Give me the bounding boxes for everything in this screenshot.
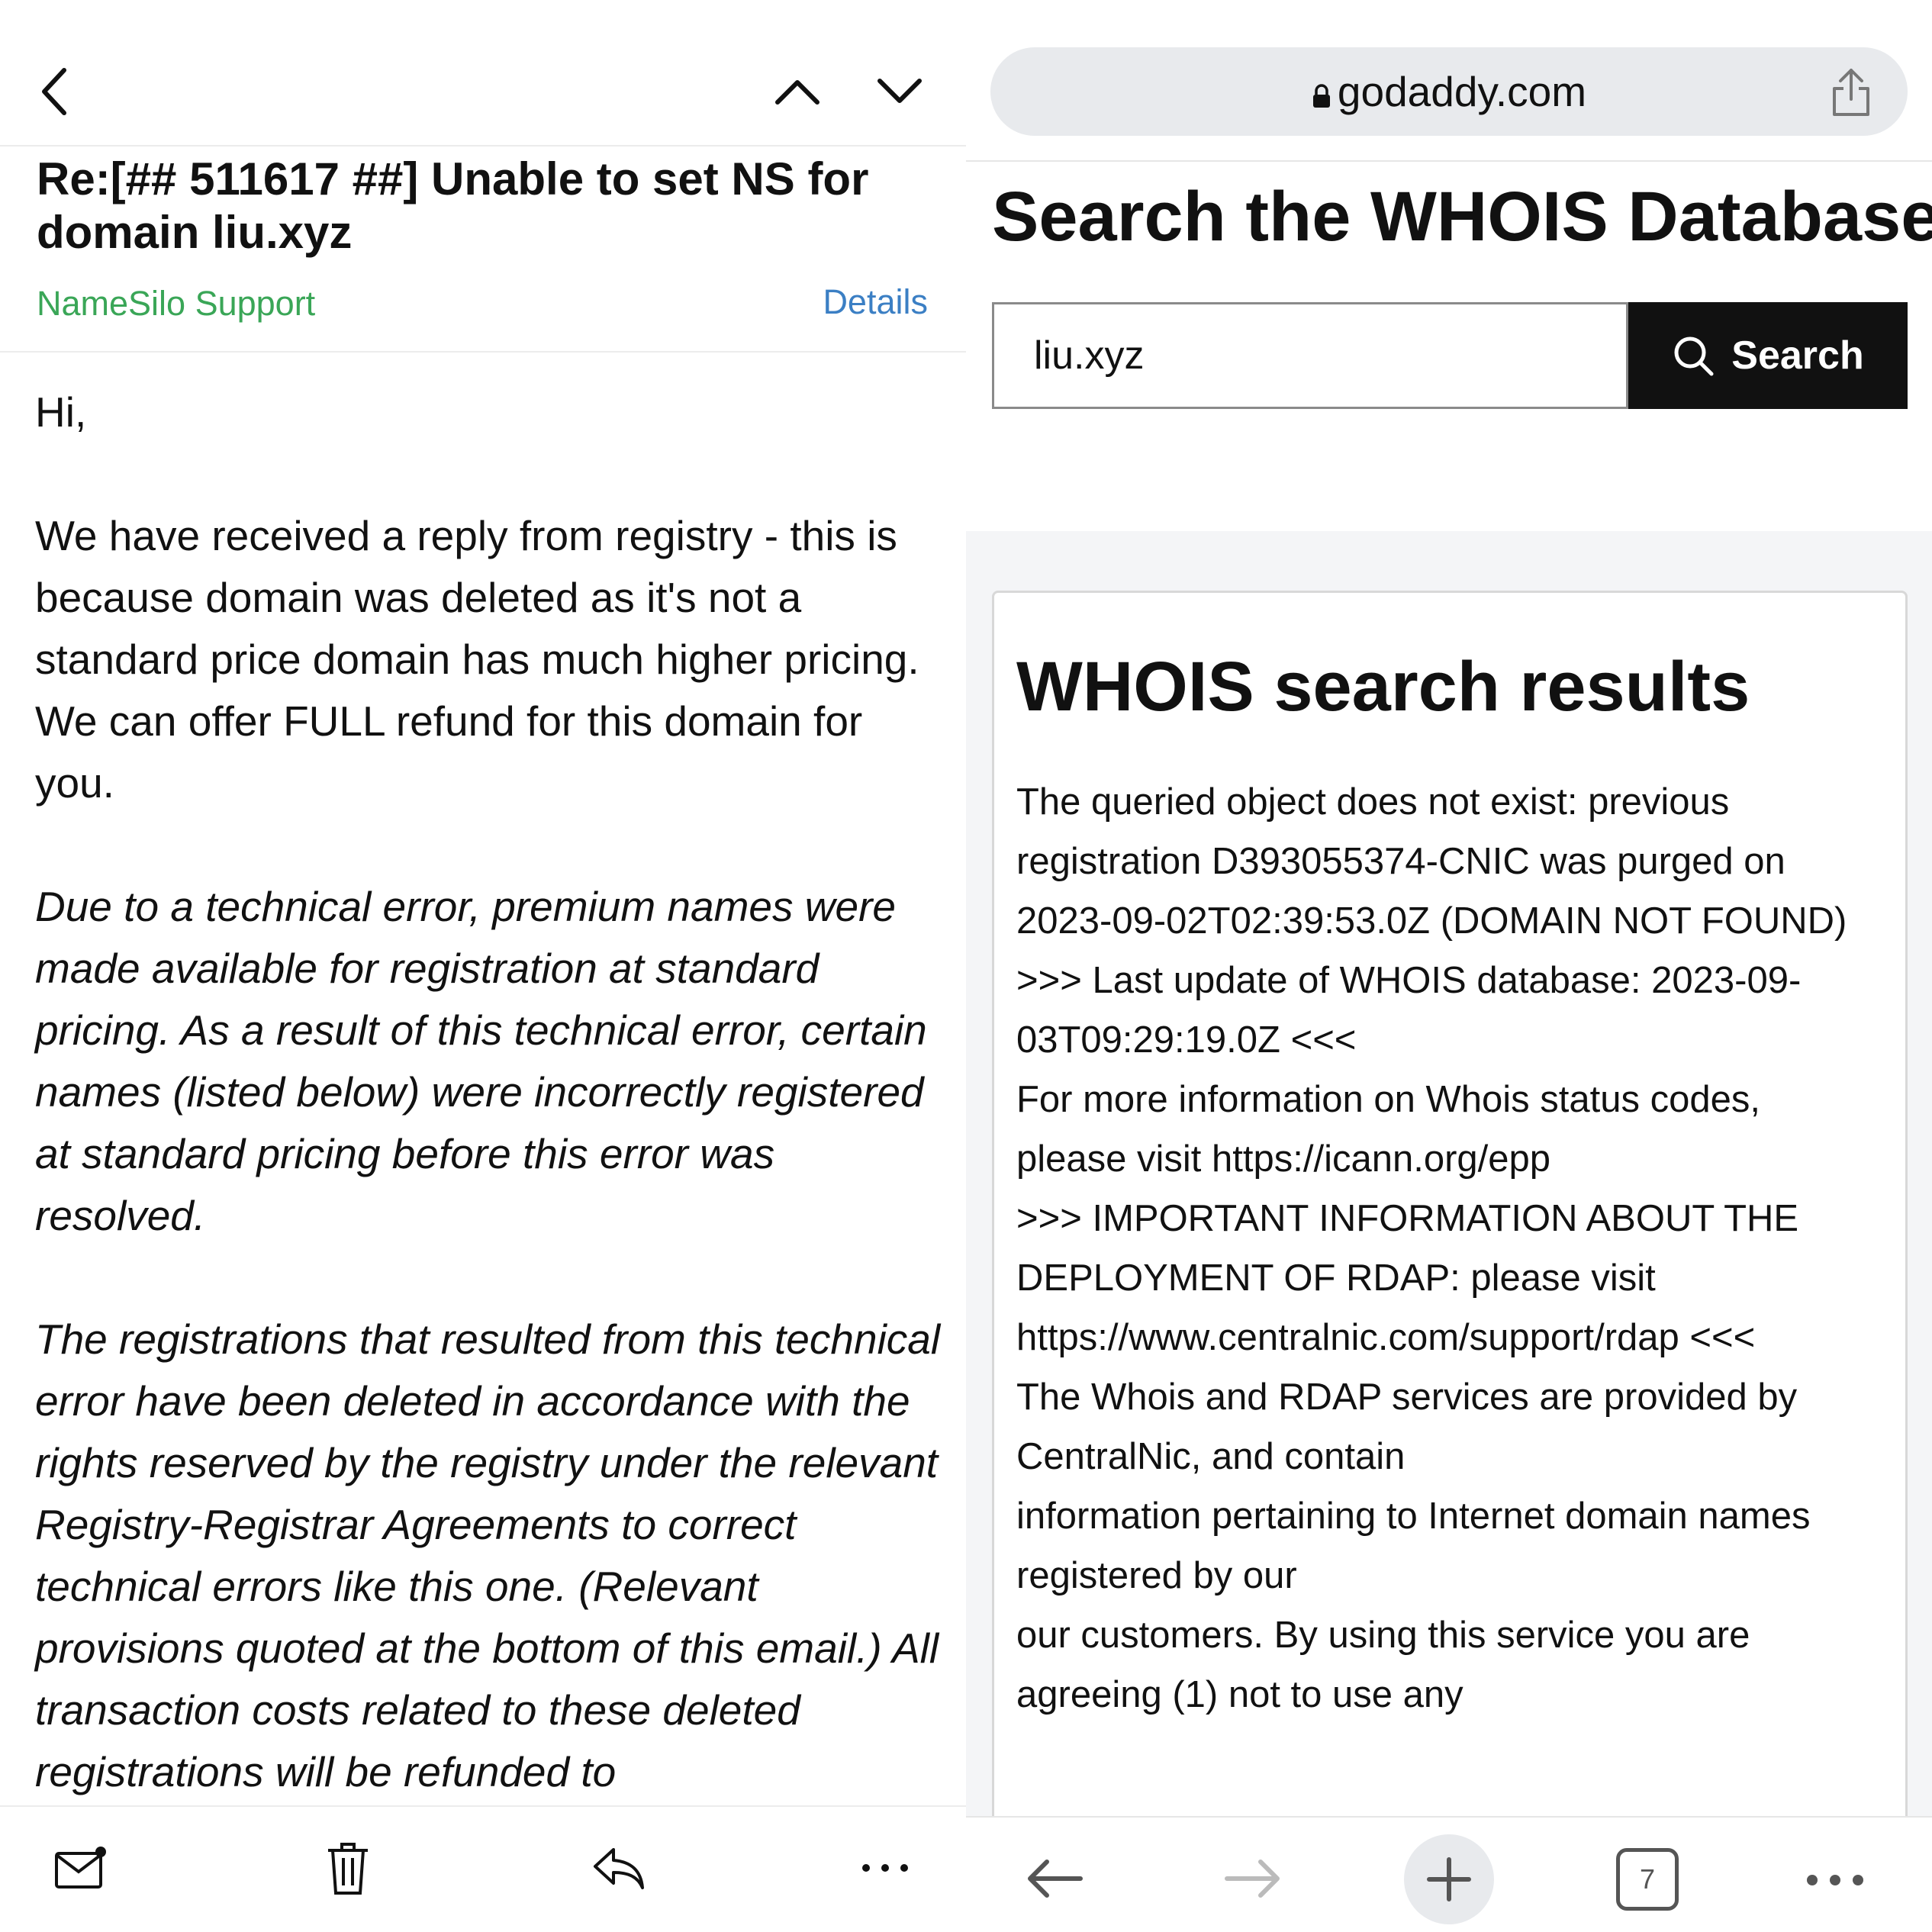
mail-unread-icon[interactable] xyxy=(50,1842,111,1895)
url-display: godaddy.com xyxy=(990,67,1908,119)
domain-search-input[interactable]: liu.xyz xyxy=(992,302,1628,409)
whois-line: The Whois and RDAP services are provided… xyxy=(1016,1377,1798,1477)
body-paragraph-3: The registrations that resulted from thi… xyxy=(35,1315,941,1795)
browser-bottom-toolbar: 7 xyxy=(966,1816,1932,1932)
reply-icon[interactable] xyxy=(588,1840,649,1895)
forward-arrow-icon[interactable] xyxy=(1215,1848,1291,1909)
body-paragraph-1: We have received a reply from registry -… xyxy=(35,512,919,807)
url-text: godaddy.com xyxy=(1337,68,1587,115)
whois-line: information pertaining to Internet domai… xyxy=(1016,1496,1811,1596)
greeting: Hi, xyxy=(35,388,87,436)
results-title: WHOIS search results xyxy=(1016,648,1750,726)
next-message-chevron-down-icon[interactable] xyxy=(873,69,926,114)
toolbar-divider xyxy=(966,160,1932,162)
back-chevron-icon[interactable] xyxy=(31,64,76,119)
search-button[interactable]: Search xyxy=(1628,302,1908,409)
browser-pane: godaddy.com Search the WHOIS Database li… xyxy=(966,0,1932,1932)
whois-line: >>> IMPORTANT INFORMATION ABOUT THE DEPL… xyxy=(1016,1198,1799,1358)
email-pane: Re:[## 511617 ##] Unable to set NS for d… xyxy=(0,0,966,1932)
browser-menu-icon[interactable] xyxy=(1801,1866,1869,1894)
whois-output: The queried object does not exist: previ… xyxy=(1016,772,1863,1724)
lock-icon xyxy=(1312,70,1331,119)
tab-count: 7 xyxy=(1639,1863,1656,1895)
search-icon xyxy=(1672,334,1715,377)
header-divider xyxy=(0,145,966,147)
previous-message-chevron-up-icon[interactable] xyxy=(771,69,824,114)
tabs-count-icon[interactable]: 7 xyxy=(1616,1848,1679,1911)
sender-name[interactable]: NameSilo Support xyxy=(37,284,315,324)
address-bar[interactable]: godaddy.com xyxy=(990,47,1908,136)
mail-bottom-toolbar xyxy=(0,1805,966,1932)
share-icon[interactable] xyxy=(1828,66,1874,123)
whois-line: The queried object does not exist: previ… xyxy=(1016,781,1847,942)
trash-icon[interactable] xyxy=(317,1839,378,1898)
whois-line: For more information on Whois status cod… xyxy=(1016,1079,1760,1180)
email-body: Hi, We have received a reply from regist… xyxy=(35,382,951,1803)
search-button-label: Search xyxy=(1731,333,1864,378)
details-link[interactable]: Details xyxy=(823,282,928,322)
whois-line: >>> Last update of WHOIS database: 2023-… xyxy=(1016,960,1802,1061)
mail-topbar xyxy=(0,0,966,147)
more-options-icon[interactable] xyxy=(855,1853,916,1883)
body-paragraph-2: Due to a technical error, premium names … xyxy=(35,883,927,1239)
new-tab-plus-icon[interactable] xyxy=(1404,1834,1494,1924)
page-title: Search the WHOIS Database xyxy=(992,178,1932,256)
whois-line: our customers. By using this service you… xyxy=(1016,1615,1750,1715)
back-arrow-icon[interactable] xyxy=(1016,1848,1093,1909)
email-subject: Re:[## 511617 ##] Unable to set NS for d… xyxy=(37,153,869,258)
sender-divider xyxy=(0,351,966,353)
